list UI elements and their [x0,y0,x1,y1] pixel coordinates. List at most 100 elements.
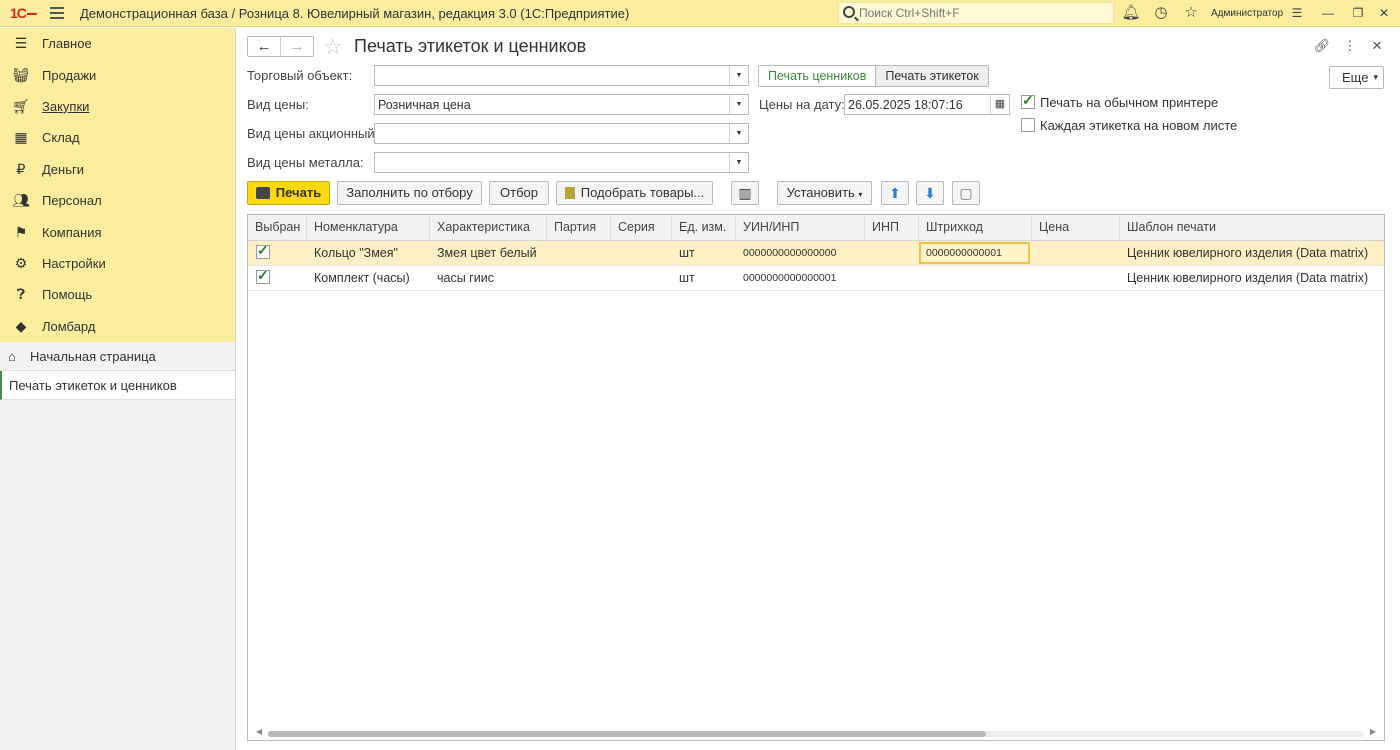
restore-icon[interactable]: ❐ [1348,4,1368,22]
dropdown-arrow-icon[interactable]: ▼ [729,95,748,114]
scroll-left-arrow-icon[interactable]: ◀ [256,727,262,736]
more-button[interactable]: Еще [1329,66,1384,89]
checkbox-each-label-new-sheet[interactable] [1021,118,1035,132]
promo-price-field[interactable]: ▼ [374,123,749,144]
list-settings-icon[interactable]: ▢ [952,181,980,205]
gear-icon: ⚙ [14,254,28,271]
search-input[interactable] [859,5,1109,21]
cell-template: Ценник ювелирного изделия (Data matrix) [1127,246,1369,260]
tab-print-price-tags[interactable]: Печать ценников [759,66,877,86]
settings-menu-icon[interactable]: ☰ [1287,4,1307,22]
sidebar-item-money[interactable]: ₽ Деньги [0,154,235,185]
sidebar-item-label: Ломбард [42,318,96,334]
col-selected[interactable]: Выбран [248,215,307,240]
sidebar-item-purchases[interactable]: 🛒︎ Закупки [0,91,235,122]
sidebar-item-company[interactable]: ⚑ Компания [0,216,235,247]
table-row[interactable]: Комплект (часы) часы гиис шт 00000000000… [248,266,1384,291]
link-icon[interactable]: 🔗︎ [1313,38,1331,56]
cell-price [1032,266,1120,290]
col-template[interactable]: Шаблон печати [1120,215,1384,240]
col-barcode[interactable]: Штрихкод [919,215,1032,240]
row-selected-checkbox[interactable] [256,242,270,259]
flag-icon: ⚑ [14,223,28,240]
minimize-icon[interactable]: — [1318,4,1338,22]
checkbox-each-label-new-sheet-label: Каждая этикетка на новом листе [1040,118,1238,133]
col-price[interactable]: Цена [1032,215,1120,240]
sidebar-item-label: Настройки [42,255,106,271]
col-unit[interactable]: Ед. изм. [672,215,736,240]
promo-price-label: Вид цены акционный: [247,126,379,141]
labels-table: Выбран Номенклатура Характеристика Парти… [247,214,1385,741]
sidebar-item-help[interactable]: ❓︎ Помощь [0,279,235,310]
main-menu-icon[interactable] [50,7,64,19]
sidebar-item-personnel[interactable]: 👥︎ Персонал [0,185,235,216]
col-inp[interactable]: ИНП [865,215,919,240]
favorites-star-icon[interactable]: ☆ [1181,4,1201,22]
open-page-label: Печать этикеток и ценников [9,377,177,393]
table-row[interactable]: Кольцо "Змея" Змея цвет белый шт 0000000… [248,241,1384,266]
col-batch[interactable]: Партия [547,215,611,240]
price-type-field[interactable]: Розничная цена ▼ [374,94,749,115]
scroll-right-arrow-icon[interactable]: ▶ [1370,727,1376,736]
calendar-icon[interactable]: ▦ [990,95,1009,114]
cell-item: Кольцо "Змея" [314,246,398,260]
more-actions-icon[interactable]: ⋮ [1341,38,1359,56]
cell-unit: шт [679,271,695,285]
pick-goods-icon [564,187,575,199]
checkbox-regular-printer[interactable] [1021,92,1035,109]
table-header: Выбран Номенклатура Характеристика Парти… [248,215,1384,241]
cell-batch [547,266,611,290]
sidebar-item-main[interactable]: ☰ Главное [0,28,235,59]
sidebar-item-label: Главное [42,36,92,52]
price-type-value: Розничная цена [378,98,471,112]
open-page-home[interactable]: ⌂ Начальная страница [0,342,235,371]
favorite-star-icon[interactable]: ☆ [323,34,343,60]
row-selected-checkbox[interactable] [256,267,270,284]
dropdown-arrow-icon[interactable]: ▼ [729,66,748,85]
diamond-icon: ◆ [15,317,27,334]
back-arrow-icon[interactable]: ← [248,37,280,56]
notifications-bell-icon[interactable]: 🔔︎ [1121,4,1141,22]
barcode-scan-icon[interactable]: ▥ [731,181,759,205]
user-name[interactable]: Администратор [1211,8,1283,19]
col-item[interactable]: Номенклатура [307,215,430,240]
col-uin[interactable]: УИН/ИНП [736,215,865,240]
metal-price-field[interactable]: ▼ [374,152,749,173]
warehouse-icon: ▦ [14,129,28,146]
trade-object-field[interactable]: ▼ [374,65,749,86]
horizontal-scrollbar[interactable]: ◀ ▶ [256,727,1376,737]
cell-inp [865,266,919,290]
print-button[interactable]: Печать [247,181,330,205]
forward-arrow-icon[interactable]: → [280,37,313,56]
close-icon[interactable]: ✕ [1374,4,1394,22]
pick-goods-button[interactable]: Подобрать товары... [556,181,713,205]
dropdown-arrow-icon[interactable]: ▼ [729,124,748,143]
col-characteristic[interactable]: Характеристика [430,215,547,240]
col-series[interactable]: Серия [611,215,672,240]
dropdown-arrow-icon[interactable]: ▼ [729,153,748,172]
move-up-icon[interactable]: ⬆ [881,181,909,205]
cell-characteristic: часы гиис [437,271,494,285]
price-type-label: Вид цены: [247,97,309,112]
sidebar-item-sales[interactable]: 🧺︎ Продажи [0,59,235,90]
date-field[interactable]: 26.05.2025 18:07:16 ▦ [844,94,1010,115]
close-form-icon[interactable]: ✕ [1368,38,1386,56]
title-bar: 1C Демонстрационная база / Розница 8. Юв… [0,0,1400,27]
search-box[interactable] [838,2,1114,24]
set-dropdown-button[interactable]: Установить ▾ [777,181,872,205]
filter-button[interactable]: Отбор [489,181,549,205]
cell-batch [547,241,611,265]
sidebar-item-pawnshop[interactable]: ◆ Ломбард [0,311,235,342]
move-down-icon[interactable]: ⬇ [916,181,944,205]
sidebar-item-warehouse[interactable]: ▦ Склад [0,122,235,153]
tab-print-labels[interactable]: Печать этикеток [876,66,988,86]
cell-barcode: 0000000000001 [926,247,1002,259]
open-page-print-labels[interactable]: Печать этикеток и ценников [0,371,235,400]
1c-logo[interactable]: 1C [10,5,37,21]
people-icon: 👥︎ [12,192,30,209]
history-icon[interactable]: ◷ [1151,4,1171,22]
sidebar-item-settings[interactable]: ⚙ Настройки [0,248,235,279]
cell-uin: 0000000000000000 [743,247,837,259]
scroll-thumb[interactable] [268,731,986,737]
fill-by-filter-button[interactable]: Заполнить по отбору [337,181,482,205]
